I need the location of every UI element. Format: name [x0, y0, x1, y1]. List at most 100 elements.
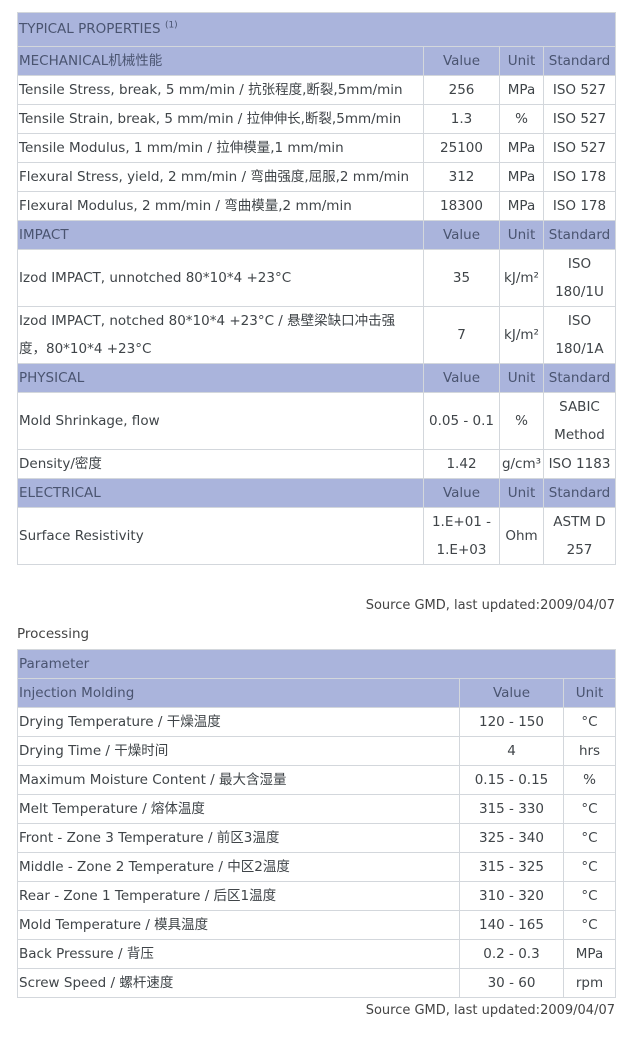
property-unit: kJ/m²: [499, 306, 544, 364]
property-unit: Ohm: [499, 507, 544, 565]
parameter-name: Rear - Zone 1 Temperature / 后区1温度: [17, 881, 460, 911]
property-standard: ASTM D 257: [543, 507, 616, 565]
parameter-value: 120 - 150: [459, 707, 564, 737]
parameter-value: 315 - 325: [459, 852, 564, 882]
section-title: MECHANICAL机械性能: [17, 46, 424, 76]
property-row: Surface Resistivity 1.E+01 - 1.E+03 Ohm AST…: [17, 507, 616, 565]
property-row: Tensile Stress, break, 5 mm/min / 抗张程度,断…: [17, 75, 616, 105]
processing-row: Screw Speed / 螺杆速度 30 - 60 rpm: [17, 968, 617, 998]
column-header: Standard: [543, 363, 616, 393]
parameter-value: 30 - 60: [459, 968, 564, 998]
parameter-name: Mold Temperature / 模具温度: [17, 910, 460, 940]
parameter-unit: °C: [562, 823, 617, 853]
processing-row: Maximum Moisture Content / 最大含湿量 0.15 - 0…: [17, 765, 617, 795]
column-header: Unit: [499, 478, 544, 508]
parameter-value: 0.2 - 0.3: [459, 939, 564, 969]
column-header: Unit: [562, 678, 617, 708]
property-value: 1.3: [423, 104, 500, 134]
parameter-unit: rpm: [562, 968, 617, 998]
column-header: Unit: [499, 220, 544, 250]
property-name: Tensile Stress, break, 5 mm/min / 抗张程度,断…: [17, 75, 424, 105]
property-unit: MPa: [499, 162, 544, 192]
property-value: 18300: [423, 191, 500, 221]
parameter-unit: °C: [562, 707, 617, 737]
property-value: 25100: [423, 133, 500, 163]
parameter-unit: %: [562, 765, 617, 795]
section-header-row: IMPACT Value Unit Standard: [17, 220, 616, 250]
property-value: 0.05 - 0.1: [423, 392, 500, 450]
parameter-value: 310 - 320: [459, 881, 564, 911]
property-standard: ISO 527: [543, 133, 616, 163]
property-standard: ISO 180/1A: [543, 306, 616, 364]
parameter-name: Front - Zone 3 Temperature / 前区3温度: [17, 823, 460, 853]
column-header: Standard: [543, 46, 616, 76]
processing-source-note: Source GMD, last updated:2009/04/07: [365, 1003, 615, 1018]
column-header: Value: [423, 220, 500, 250]
property-row: Flexural Stress, yield, 2 mm/min / 弯曲强度,…: [17, 162, 616, 192]
column-header: Standard: [543, 478, 616, 508]
parameter-unit: MPa: [562, 939, 617, 969]
column-header: Standard: [543, 220, 616, 250]
property-row: Tensile Strain, break, 5 mm/min / 拉伸伸长,断…: [17, 104, 616, 134]
parameter-name: Middle - Zone 2 Temperature / 中区2温度: [17, 852, 460, 882]
property-name: Density/密度: [17, 449, 424, 479]
property-standard: ISO 527: [543, 104, 616, 134]
property-row: Izod IMPACT, notched 80*10*4 +23°C / 悬壁梁…: [17, 306, 616, 364]
processing-section-title: Injection Molding: [17, 678, 460, 708]
parameter-unit: °C: [562, 881, 617, 911]
property-value: 1.E+01 - 1.E+03: [423, 507, 500, 565]
property-name: Tensile Modulus, 1 mm/min / 拉伸模量,1 mm/mi…: [17, 133, 424, 163]
column-header: Unit: [499, 363, 544, 393]
property-unit: g/cm³: [499, 449, 544, 479]
property-value: 1.42: [423, 449, 500, 479]
parameter-name: Screw Speed / 螺杆速度: [17, 968, 460, 998]
parameter-name: Drying Time / 干燥时间: [17, 736, 460, 766]
property-name: Flexural Modulus, 2 mm/min / 弯曲模量,2 mm/m…: [17, 191, 424, 221]
parameter-value: 4: [459, 736, 564, 766]
property-standard: ISO 178: [543, 162, 616, 192]
column-header: Unit: [499, 46, 544, 76]
processing-parameter-label: Parameter: [16, 649, 617, 679]
property-value: 312: [423, 162, 500, 192]
typical-properties-table: TYPICAL PROPERTIES (1) MECHANICAL机械性能 Val…: [17, 12, 616, 565]
column-header: Value: [423, 363, 500, 393]
processing-table: Parameter Injection Molding Value Unit Dryi…: [16, 649, 617, 998]
processing-row: Back Pressure / 背压 0.2 - 0.3 MPa: [17, 939, 617, 969]
parameter-name: Back Pressure / 背压: [17, 939, 460, 969]
property-row: Density/密度 1.42 g/cm³ ISO 1183: [17, 449, 616, 479]
property-unit: %: [499, 392, 544, 450]
property-name: Surface Resistivity: [17, 507, 424, 565]
parameter-value: 315 - 330: [459, 794, 564, 824]
parameter-unit: °C: [562, 910, 617, 940]
section-header-row: PHYSICAL Value Unit Standard: [17, 363, 616, 393]
property-value: 256: [423, 75, 500, 105]
processing-row: Drying Time / 干燥时间 4 hrs: [17, 736, 617, 766]
column-header: Value: [459, 678, 564, 708]
property-name: Izod IMPACT, unnotched 80*10*4 +23°C: [17, 249, 424, 307]
processing-row: Front - Zone 3 Temperature / 前区3温度 325 - …: [17, 823, 617, 853]
processing-row: Melt Temperature / 熔体温度 315 - 330 °C: [17, 794, 617, 824]
parameter-value: 140 - 165: [459, 910, 564, 940]
property-unit: MPa: [499, 191, 544, 221]
property-unit: kJ/m²: [499, 249, 544, 307]
processing-row: Drying Temperature / 干燥温度 120 - 150 °C: [17, 707, 617, 737]
parameter-name: Melt Temperature / 熔体温度: [17, 794, 460, 824]
parameter-unit: °C: [562, 852, 617, 882]
property-unit: MPa: [499, 133, 544, 163]
section-title: ELECTRICAL: [17, 478, 424, 508]
property-value: 7: [423, 306, 500, 364]
processing-parameter-row: Parameter: [16, 649, 617, 679]
property-standard: ISO 178: [543, 191, 616, 221]
parameter-value: 0.15 - 0.15: [459, 765, 564, 795]
section-title: PHYSICAL: [17, 363, 424, 393]
property-standard: ISO 1183: [543, 449, 616, 479]
typical-title: TYPICAL PROPERTIES: [19, 21, 161, 37]
column-header: Value: [423, 478, 500, 508]
parameter-value: 325 - 340: [459, 823, 564, 853]
property-row: Izod IMPACT, unnotched 80*10*4 +23°C 35 kJ…: [17, 249, 616, 307]
typical-title-footnote: (1): [164, 20, 178, 31]
property-unit: %: [499, 104, 544, 134]
parameter-name: Drying Temperature / 干燥温度: [17, 707, 460, 737]
property-row: Mold Shrinkage, flow 0.05 - 0.1% SABIC Met…: [17, 392, 616, 450]
property-name: Izod IMPACT, notched 80*10*4 +23°C / 悬壁梁…: [17, 306, 424, 364]
